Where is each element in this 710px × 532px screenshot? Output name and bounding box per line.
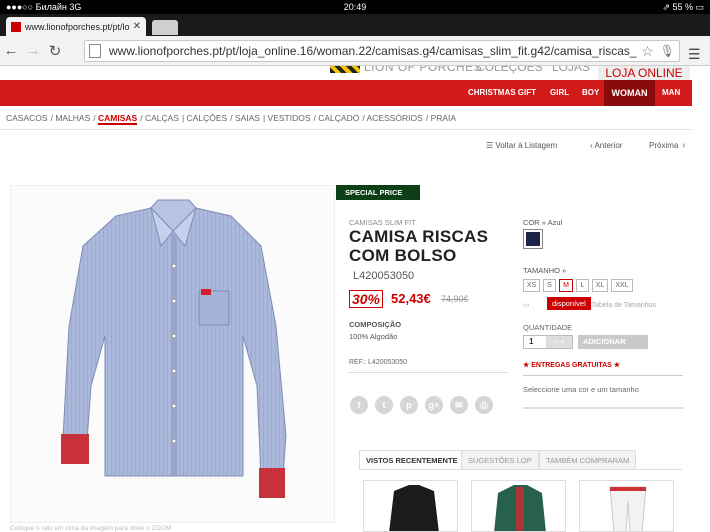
size-l[interactable]: L [576,279,589,292]
address-bar[interactable]: www.lionofporches.pt/pt/loja_online.16/w… [84,40,680,62]
clock: 20:49 [343,2,367,12]
product-category: CAMISAS SLIM FIT [349,218,416,227]
subnav-camisas[interactable]: CAMISAS [98,113,138,125]
tab-strip: www.lionofporches.pt/pt/lo ✕ [0,14,710,36]
chevron-right-icon[interactable]: › [682,140,685,151]
recent-product-thumb[interactable] [579,480,674,532]
carrier-text: ●●●○○ Билайн 3G [6,2,82,12]
nav-boy[interactable]: BOY [582,88,599,97]
print-icon[interactable]: ⎙ [475,396,493,414]
nav-man[interactable]: MAN [662,88,680,97]
stepper-buttons[interactable]: − + [546,336,572,348]
nav-woman[interactable]: WOMAN [604,80,655,106]
sub-nav: CASACOS / MALHAS / CAMISAS / CALÇAS | CALÇÕE… [6,113,457,125]
product-image[interactable] [10,185,335,523]
sale-price: 52,43€ [391,291,431,306]
brand-logo[interactable] [330,66,360,73]
google-plus-icon[interactable]: g+ [425,396,443,414]
subnav-calcas[interactable]: CALÇAS [145,113,179,123]
status-bar: ●●●○○ Билайн 3G 20:49 ⇗ 55 % ▭ [0,0,710,14]
quantity-stepper[interactable]: 1 − + [523,335,573,349]
title-line-1: CAMISA RISCAS [349,227,489,246]
zoom-hint: Coloque o rato em cima da imagem para ob… [10,525,172,532]
title-line-2: COM BOLSO [349,246,457,265]
pinterest-icon[interactable]: p [400,396,418,414]
divider [359,469,682,470]
reload-icon[interactable]: ↻ [44,42,66,60]
subnav-saias[interactable]: SAIAS [235,113,260,123]
divider [523,375,683,376]
facebook-icon[interactable]: f [350,396,368,414]
menu-icon[interactable]: ☰ [688,46,701,63]
size-label: TAMANHO » [523,266,567,275]
product-reference: L420053050 [353,270,415,282]
subnav-malhas[interactable]: MALHAS [55,113,90,123]
brand-name[interactable]: LION OF PORCHES [364,66,482,74]
tab-lop-suggestions[interactable]: SUGESTÕES LOP [461,450,539,470]
nav-colecoes[interactable]: COLEÇÕES [476,66,543,74]
color-swatch[interactable] [523,229,543,249]
size-xxl[interactable]: XXL [611,279,633,292]
back-arrow-icon[interactable]: ← [0,42,22,59]
star-icon[interactable]: ☆ [641,43,654,60]
composition-label: COMPOSIÇÃO [349,320,402,329]
recent-product-thumb[interactable] [363,480,458,532]
url-text[interactable]: www.lionofporches.pt/pt/loja_online.16/w… [109,44,637,58]
back-to-list-link[interactable]: ☰ Voltar à Listagem [486,141,557,150]
tab-recently-viewed[interactable]: VISTOS RECENTEMENTE [359,450,465,470]
divider [349,372,507,373]
quantity-value: 1 [529,337,534,346]
subnav-casacos[interactable]: CASACOS [6,113,48,123]
ref-label: REF.: L420053050 [349,359,407,366]
free-shipping-note: ★ ENTREGAS GRATUITAS ★ [523,362,621,369]
tab-title: www.lionofporches.pt/pt/lo [25,21,130,32]
page-icon [89,44,101,58]
tab-also-bought[interactable]: TAMBÉM COMPRARAM [539,450,637,470]
previous-link[interactable]: ‹ Anterior [590,141,622,150]
product-title: CAMISA RISCAS COM BOLSO [349,227,488,265]
discount-badge: 30% [349,290,383,308]
cardigan-image [494,485,546,531]
next-link[interactable]: Próxima [649,141,678,150]
availability-tooltip: disponível [547,297,591,310]
recent-product-thumb[interactable] [471,480,566,532]
loja-online-link[interactable]: LOJA ONLINE [598,66,690,80]
composition-value: 100% Algodão [349,332,398,341]
size-xl[interactable]: XL [592,279,608,292]
selection-hint: Seleccione uma cor e um tamanho [523,385,639,394]
nav-christmas-gift[interactable]: CHRISTMAS GIFT [468,88,536,97]
subnav-acessorios[interactable]: ACESSÓRIOS [367,113,423,123]
size-s[interactable]: S [543,279,556,292]
twitter-icon[interactable]: t [375,396,393,414]
old-price: 74,90€ [441,294,469,304]
subnav-calcoes[interactable]: CALÇÕES [187,113,228,123]
jacket-image [389,485,439,531]
special-price-badge: SPECIAL PRICE [336,185,420,200]
size-xs[interactable]: XS [523,279,540,292]
mic-icon[interactable]: 🎙 [660,44,675,58]
size-m[interactable]: M [559,279,573,292]
favicon-icon [11,21,21,32]
main-nav: CHRISTMAS GIFT GIRL BOY WOMAN MAN [0,80,692,106]
subnav-vestidos[interactable]: VESTIDOS [268,113,311,123]
email-icon[interactable]: ✉ [450,396,468,414]
color-label: COR » Azul [523,218,563,227]
forward-arrow-icon[interactable]: → [22,42,44,59]
add-to-cart-button[interactable]: ADICIONAR [578,335,648,349]
shirt-illustration [61,199,287,498]
battery-text: ⇗ 55 % ▭ [662,1,705,12]
divider [0,129,692,130]
subnav-praia[interactable]: PRAIA [431,113,457,123]
close-tab-icon[interactable]: ✕ [133,21,141,32]
browser-tab[interactable]: www.lionofporches.pt/pt/lo ✕ [6,17,146,36]
site-header: LION OF PORCHES COLEÇÕES LOJAS LOJA ONLI… [0,66,710,80]
subnav-calcado[interactable]: CALÇADO [318,113,359,123]
nav-lojas[interactable]: LOJAS [552,66,590,74]
trousers-image [609,486,647,531]
divider [523,407,683,409]
toolbar: ← → ↻ www.lionofporches.pt/pt/loja_onlin… [0,36,710,66]
nav-girl[interactable]: GIRL [550,88,569,97]
quantity-label: QUANTIDADE [523,323,573,332]
new-tab-button[interactable] [152,20,178,35]
